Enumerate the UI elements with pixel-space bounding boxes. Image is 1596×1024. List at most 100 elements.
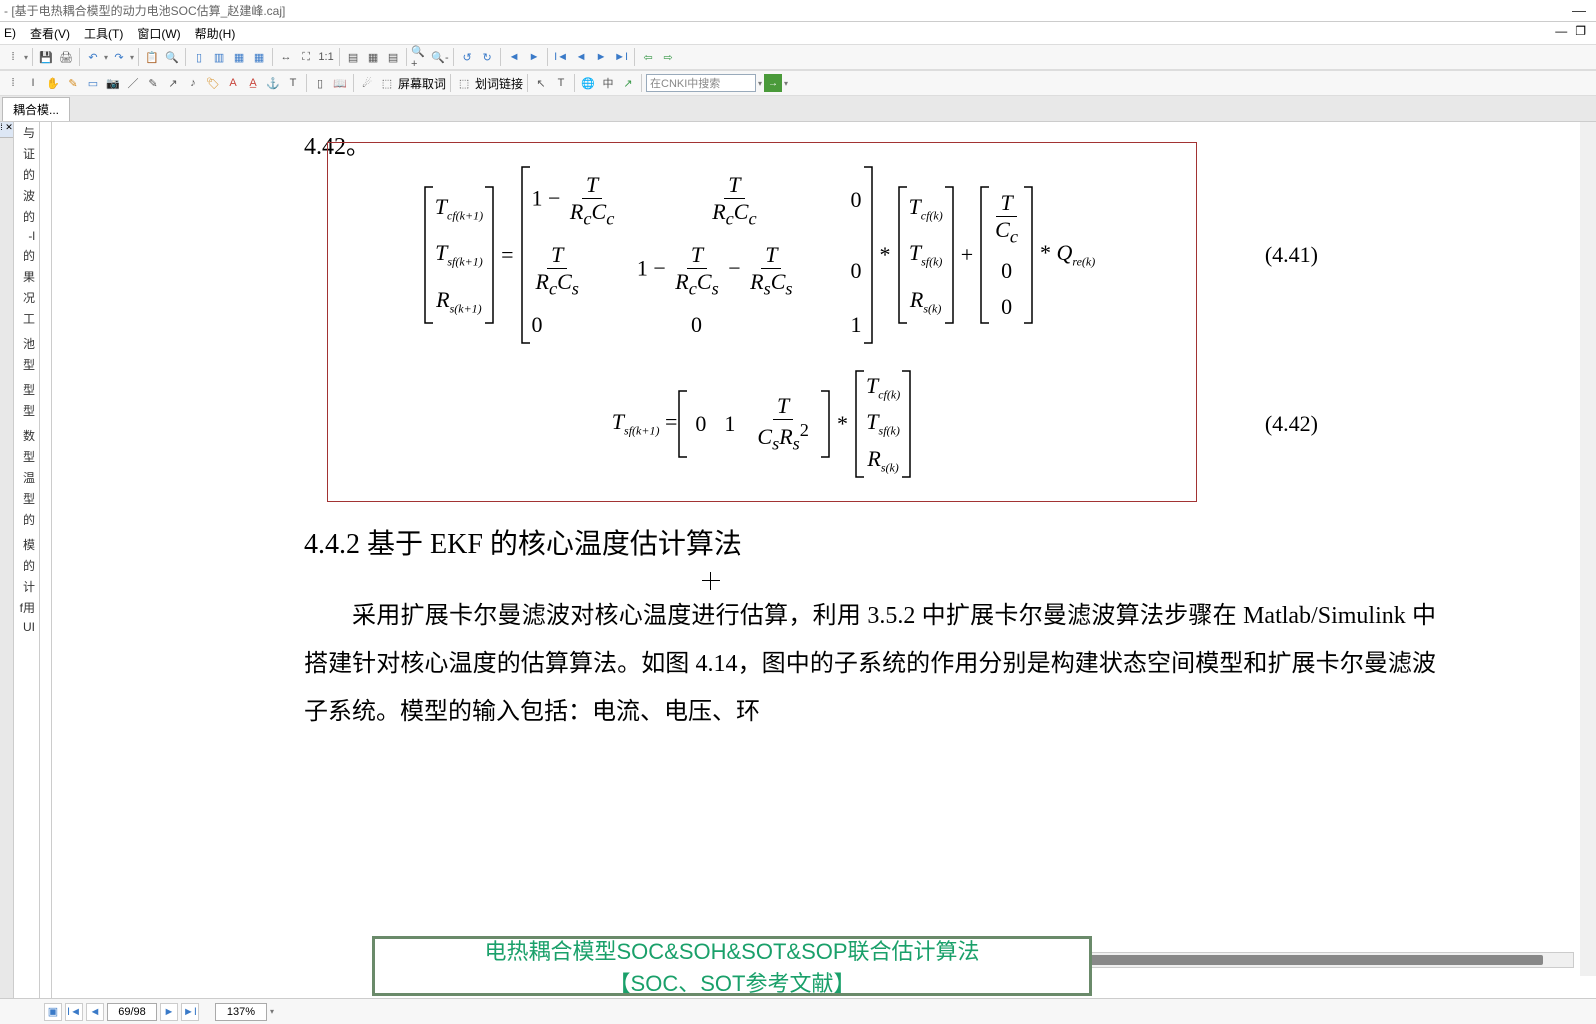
- menu-view[interactable]: 查看(V): [30, 25, 70, 42]
- export-icon[interactable]: ↗: [619, 74, 637, 92]
- pin-icon[interactable]: ⁞ ✕: [0, 122, 13, 138]
- page-number-input[interactable]: [107, 1003, 157, 1021]
- filter-icon[interactable]: ☄: [358, 74, 376, 92]
- thumbnail-icon[interactable]: ▦: [364, 48, 382, 66]
- outline-item[interactable]: UI: [14, 618, 39, 636]
- text-a-icon[interactable]: A: [224, 74, 242, 92]
- zoom-in-icon[interactable]: 🔍+: [411, 48, 429, 66]
- continuous-facing-icon[interactable]: ▦: [250, 48, 268, 66]
- music-icon[interactable]: ♪: [184, 74, 202, 92]
- outline-item[interactable]: 的: [14, 509, 39, 530]
- arrow-icon[interactable]: ↗: [164, 74, 182, 92]
- globe-icon[interactable]: 🌐: [579, 74, 597, 92]
- vertical-scrollbar[interactable]: [1580, 122, 1596, 976]
- cnki-search-input[interactable]: 在CNKI中搜索: [646, 74, 756, 92]
- menu-edit[interactable]: E): [4, 26, 16, 40]
- pencil-icon[interactable]: ✎: [64, 74, 82, 92]
- tag-icon[interactable]: 🏷: [204, 74, 222, 92]
- screen-capture-label[interactable]: 屏幕取词: [398, 75, 446, 92]
- first-page-button[interactable]: I◄: [65, 1003, 83, 1021]
- outline-item[interactable]: 的: [14, 245, 39, 266]
- outline-item[interactable]: 况: [14, 287, 39, 308]
- outline-item[interactable]: 与: [14, 122, 39, 143]
- outline-item[interactable]: 果: [14, 266, 39, 287]
- print-icon[interactable]: 🖨: [57, 48, 75, 66]
- outline-item[interactable]: 的: [14, 555, 39, 576]
- mdi-minimize-icon[interactable]: —: [1555, 24, 1567, 38]
- book-icon[interactable]: ▣: [44, 1003, 62, 1021]
- text-a2-icon[interactable]: A̲: [244, 74, 262, 92]
- select-text-icon[interactable]: I: [24, 74, 42, 92]
- fit-width-icon[interactable]: ↔: [277, 48, 295, 66]
- note-icon[interactable]: ✎: [144, 74, 162, 92]
- outline-item[interactable]: 计: [14, 576, 39, 597]
- forward-icon[interactable]: ►: [525, 48, 543, 66]
- continuous-page-icon[interactable]: ▥: [210, 48, 228, 66]
- book-icon[interactable]: 📖: [331, 74, 349, 92]
- line-icon[interactable]: ／: [124, 74, 142, 92]
- outline-item[interactable]: -l: [14, 227, 39, 245]
- outline-item[interactable]: 的: [14, 206, 39, 227]
- next-page-icon[interactable]: ►: [592, 48, 610, 66]
- minimize-icon[interactable]: —: [1572, 2, 1586, 18]
- outline-item[interactable]: 型: [14, 354, 39, 375]
- actual-size-icon[interactable]: 1:1: [317, 48, 335, 66]
- lang-icon[interactable]: 中: [599, 74, 617, 92]
- document-tab[interactable]: 耦合模...: [2, 97, 70, 121]
- columns-icon[interactable]: ▤: [344, 48, 362, 66]
- cursor-icon[interactable]: ↖: [532, 74, 550, 92]
- zoom-select[interactable]: [215, 1003, 267, 1021]
- facing-page-icon[interactable]: ▦: [230, 48, 248, 66]
- panel-bar[interactable]: ⁞ ✕: [0, 122, 14, 998]
- outline-item[interactable]: 证: [14, 143, 39, 164]
- camera-icon[interactable]: 📷: [104, 74, 122, 92]
- prev-page-icon[interactable]: ◄: [572, 48, 590, 66]
- menu-window[interactable]: 窗口(W): [137, 25, 180, 42]
- outline-item[interactable]: 型: [14, 400, 39, 421]
- outline-item[interactable]: 模: [14, 534, 39, 555]
- search-go-button[interactable]: →: [764, 74, 782, 92]
- redo-icon[interactable]: ↷: [110, 48, 128, 66]
- text-icon2[interactable]: T: [284, 74, 302, 92]
- outline-item[interactable]: 工: [14, 308, 39, 329]
- outline-item[interactable]: 型: [14, 446, 39, 467]
- text-select-icon[interactable]: T: [552, 74, 570, 92]
- zoom-dropdown-icon[interactable]: ▾: [270, 1007, 274, 1016]
- highlight-icon[interactable]: ▭: [84, 74, 102, 92]
- zoom-out-icon[interactable]: 🔍-: [431, 48, 449, 66]
- rotate-left-icon[interactable]: ↺: [458, 48, 476, 66]
- dropdown-icon[interactable]: ▾: [24, 53, 28, 62]
- mdi-restore-icon[interactable]: ❐: [1575, 24, 1586, 38]
- page-icon[interactable]: ▯: [311, 74, 329, 92]
- menu-tools[interactable]: 工具(T): [84, 25, 123, 42]
- nav-forward-icon[interactable]: ⇨: [659, 48, 677, 66]
- outline-item[interactable]: f用: [14, 597, 39, 618]
- first-page-icon[interactable]: I◄: [552, 48, 570, 66]
- fit-page-icon[interactable]: ⛶: [297, 48, 315, 66]
- nav-back-icon[interactable]: ⇦: [639, 48, 657, 66]
- prev-page-button[interactable]: ◄: [86, 1003, 104, 1021]
- dict-toggle-icon[interactable]: ⬚: [378, 74, 396, 92]
- rotate-right-icon[interactable]: ↻: [478, 48, 496, 66]
- anchor-icon[interactable]: ⚓: [264, 74, 282, 92]
- link-toggle-icon[interactable]: ⬚: [455, 74, 473, 92]
- copy-icon[interactable]: 📋: [143, 48, 161, 66]
- outline-item[interactable]: 型: [14, 379, 39, 400]
- toolbar-handle-icon[interactable]: ⁞: [4, 48, 22, 66]
- last-page-icon[interactable]: ►I: [612, 48, 630, 66]
- next-page-button[interactable]: ►: [160, 1003, 178, 1021]
- outline-item[interactable]: 的: [14, 164, 39, 185]
- outline-item[interactable]: 温: [14, 467, 39, 488]
- outline-icon[interactable]: ▤: [384, 48, 402, 66]
- outline-item[interactable]: 型: [14, 488, 39, 509]
- word-link-label[interactable]: 划词链接: [475, 75, 523, 92]
- outline-item[interactable]: 波: [14, 185, 39, 206]
- outline-item[interactable]: 池: [14, 333, 39, 354]
- find-icon[interactable]: 🔍: [163, 48, 181, 66]
- back-icon[interactable]: ◄: [505, 48, 523, 66]
- toolbar-handle-icon[interactable]: ⁞: [4, 74, 22, 92]
- single-page-icon[interactable]: ▯: [190, 48, 208, 66]
- undo-icon[interactable]: ↶: [84, 48, 102, 66]
- menu-help[interactable]: 帮助(H): [195, 25, 236, 42]
- outline-panel[interactable]: 与证的波的-l的果况工池型型型数型温型的模的计f用UI: [14, 122, 40, 998]
